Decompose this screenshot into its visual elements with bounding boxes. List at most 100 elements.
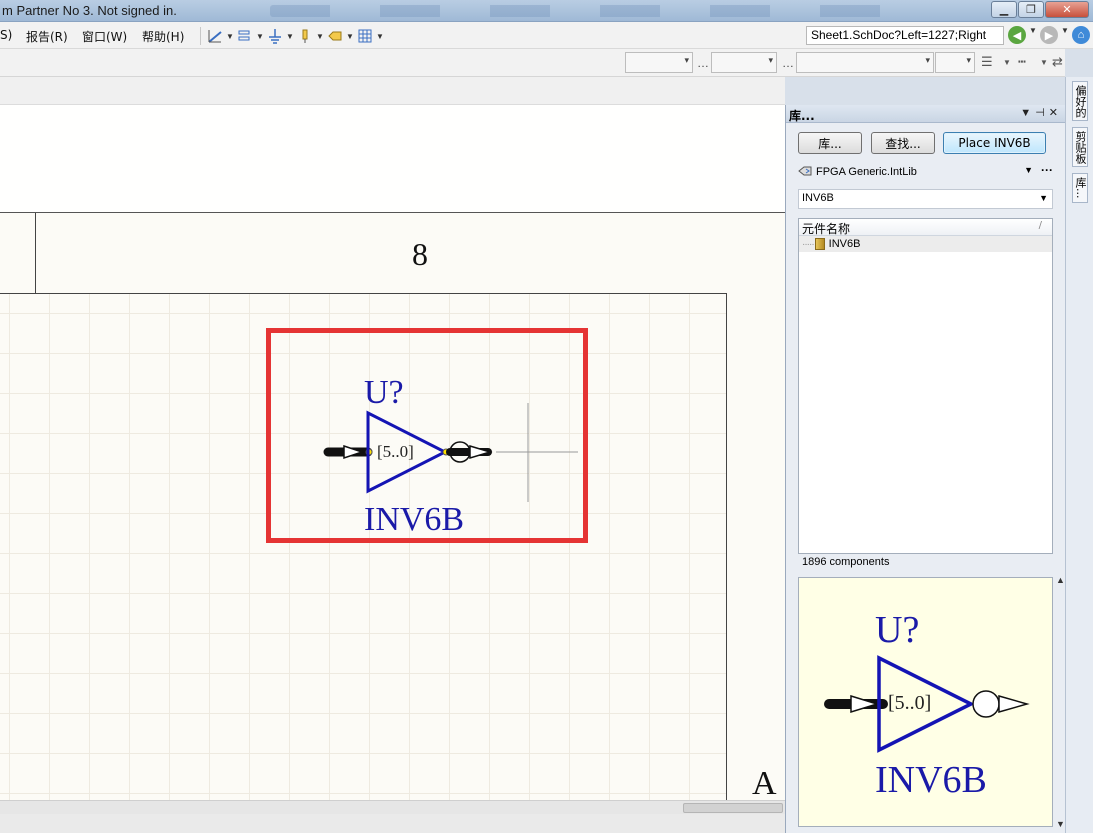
- port-tool-icon[interactable]: [325, 27, 345, 45]
- panel-controls: ▼⊣✕: [1020, 106, 1062, 119]
- filter-value: INV6B: [802, 192, 834, 204]
- bus-tool-icon[interactable]: [235, 27, 255, 45]
- preview-inversion-bubble: [972, 690, 1000, 718]
- wire-tool-icon[interactable]: [205, 27, 225, 45]
- tab-clipboard[interactable]: 剪贴板: [1072, 127, 1088, 167]
- back-icon[interactable]: ◀: [1008, 26, 1026, 44]
- menu-item-partial[interactable]: S): [0, 28, 12, 42]
- style-combo[interactable]: [796, 52, 934, 73]
- chevron-down-icon[interactable]: ▼: [1024, 165, 1033, 175]
- component-list[interactable]: 元件名称 / ····· INV6B: [798, 218, 1053, 554]
- highlight-box: [266, 328, 588, 543]
- minimize-button[interactable]: ▁: [991, 1, 1017, 18]
- document-path-combo[interactable]: Sheet1.SchDoc?Left=1227;Right: [806, 26, 1004, 45]
- libraries-button[interactable]: 库...: [798, 132, 862, 154]
- width-combo[interactable]: [935, 52, 975, 73]
- scrollbar-thumb[interactable]: [683, 803, 783, 813]
- more-options-icon[interactable]: ···: [1041, 163, 1053, 177]
- line-dash-icon[interactable]: ┅: [1018, 54, 1026, 70]
- library-name: FPGA Generic.IntLib: [816, 166, 917, 178]
- zone-letter: A: [752, 765, 777, 800]
- side-panel-tabs: 偏好的 剪贴板 库...: [1065, 77, 1093, 833]
- library-icon: [798, 165, 816, 180]
- panel-menu-icon[interactable]: ▼: [1020, 107, 1035, 119]
- tab-libraries[interactable]: 库...: [1072, 173, 1088, 203]
- toolbar-separator: [200, 27, 201, 45]
- chevron-down-icon[interactable]: ▼: [255, 32, 265, 41]
- chevron-down-icon[interactable]: ▼: [345, 32, 355, 41]
- chevron-down-icon[interactable]: ▼: [1039, 193, 1048, 203]
- chevron-down-icon[interactable]: ▼: [375, 32, 385, 41]
- zone-number: 8: [412, 236, 428, 272]
- library-selector[interactable]: FPGA Generic.IntLib ▼ ···: [798, 162, 1053, 182]
- ground-power-icon[interactable]: [265, 27, 285, 45]
- panel-title: 库...: [789, 109, 815, 123]
- close-button[interactable]: ✕: [1045, 1, 1089, 18]
- component-filter[interactable]: INV6B ▼: [798, 189, 1053, 209]
- status-bar: [0, 814, 785, 833]
- preview-scrollbar[interactable]: ▲ ▼: [1056, 575, 1065, 831]
- schematic-sheet[interactable]: 8 A [5..0] U? INV6B: [0, 105, 785, 800]
- zone-divider: [35, 213, 36, 293]
- scroll-down-icon[interactable]: ▼: [1056, 819, 1065, 829]
- line-style-icon[interactable]: ☰: [981, 54, 993, 70]
- menu-item-reports[interactable]: 报告(R): [26, 28, 68, 45]
- zone-row: [0, 213, 785, 293]
- ellipsis-icon: …: [782, 56, 794, 70]
- scroll-up-icon[interactable]: ▲: [1056, 575, 1065, 585]
- close-icon[interactable]: ✕: [1049, 107, 1062, 119]
- menu-item-help[interactable]: 帮助(H): [142, 28, 184, 45]
- component-icon: [814, 238, 825, 250]
- pin-icon[interactable]: ⊣: [1035, 107, 1049, 119]
- restore-button[interactable]: ❐: [1018, 1, 1044, 18]
- size-combo[interactable]: [711, 52, 777, 73]
- component-count: 1896 components: [802, 556, 890, 568]
- sheet-border-top: [0, 293, 727, 294]
- document-path-text: Sheet1.SchDoc?Left=1227;Right: [811, 28, 987, 42]
- preview-input-arrow-icon: [850, 694, 880, 714]
- preview-output-arrow-icon: [998, 695, 1030, 713]
- list-column-header[interactable]: 元件名称 /: [799, 219, 1052, 236]
- chevron-down-icon[interactable]: ▼: [285, 32, 295, 41]
- swap-icon[interactable]: ⇄: [1052, 54, 1063, 70]
- chevron-down-icon[interactable]: ▼: [1040, 58, 1048, 67]
- sheet-margin: [0, 105, 785, 213]
- preview-comment: INV6B: [875, 759, 987, 801]
- navigation-buttons: ◀ ▼ ▶ ▼ ⌂: [1008, 26, 1090, 44]
- sheet-border-right: [726, 293, 727, 800]
- part-tool-icon[interactable]: [295, 27, 315, 45]
- menu-bar: S) 报告(R) 窗口(W) 帮助(H) ▼ ▼ ▼ ▼ ▼ ▼ Sheet1.…: [0, 22, 1093, 49]
- symbol-preview: U? [5..0] INV6B: [798, 577, 1053, 827]
- chevron-down-icon[interactable]: ▼: [315, 32, 325, 41]
- grid-icon[interactable]: [355, 27, 375, 45]
- preview-symbol: U? [5..0] INV6B: [824, 609, 1030, 801]
- font-combo[interactable]: [625, 52, 693, 73]
- horizontal-scrollbar[interactable]: [0, 800, 785, 814]
- drawing-toolbar: ▼ ▼ ▼ ▼ ▼ ▼: [196, 25, 385, 47]
- libraries-panel: 库... ▼⊣✕ 库... 查找... Place INV6B FPGA Gen…: [785, 105, 1066, 833]
- ellipsis-icon: …: [697, 56, 709, 70]
- chevron-down-icon[interactable]: ▼: [1060, 26, 1070, 44]
- chevron-down-icon[interactable]: ▼: [1003, 58, 1011, 67]
- forward-icon[interactable]: ▶: [1040, 26, 1058, 44]
- format-toolbar: … … ☰ ▼ ┅ ▼ ⇄: [0, 49, 1065, 77]
- title-bar: m Partner No 3. Not signed in. ▁ ❐ ✕: [0, 0, 1093, 22]
- menu-item-window[interactable]: 窗口(W): [82, 28, 127, 45]
- list-item[interactable]: ····· INV6B: [799, 236, 1052, 252]
- document-tab-strip: [0, 77, 785, 105]
- window-controls: ▁ ❐ ✕: [990, 1, 1089, 18]
- chevron-down-icon[interactable]: ▼: [225, 32, 235, 41]
- preview-pin-label: [5..0]: [888, 692, 931, 714]
- column-header-label: 元件名称: [802, 222, 851, 236]
- panel-header: 库... ▼⊣✕: [786, 105, 1066, 123]
- search-button[interactable]: 查找...: [871, 132, 935, 154]
- home-icon[interactable]: ⌂: [1072, 26, 1090, 44]
- background-taskbar-ghost: [270, 5, 910, 17]
- list-item-label: INV6B: [828, 238, 861, 250]
- chevron-down-icon[interactable]: ▼: [1028, 26, 1038, 44]
- place-component-button[interactable]: Place INV6B: [943, 132, 1046, 154]
- preview-designator: U?: [875, 609, 919, 651]
- tree-line-icon: ·····: [802, 238, 815, 250]
- sort-icon: /: [1038, 220, 1042, 231]
- tab-favorites[interactable]: 偏好的: [1072, 81, 1088, 121]
